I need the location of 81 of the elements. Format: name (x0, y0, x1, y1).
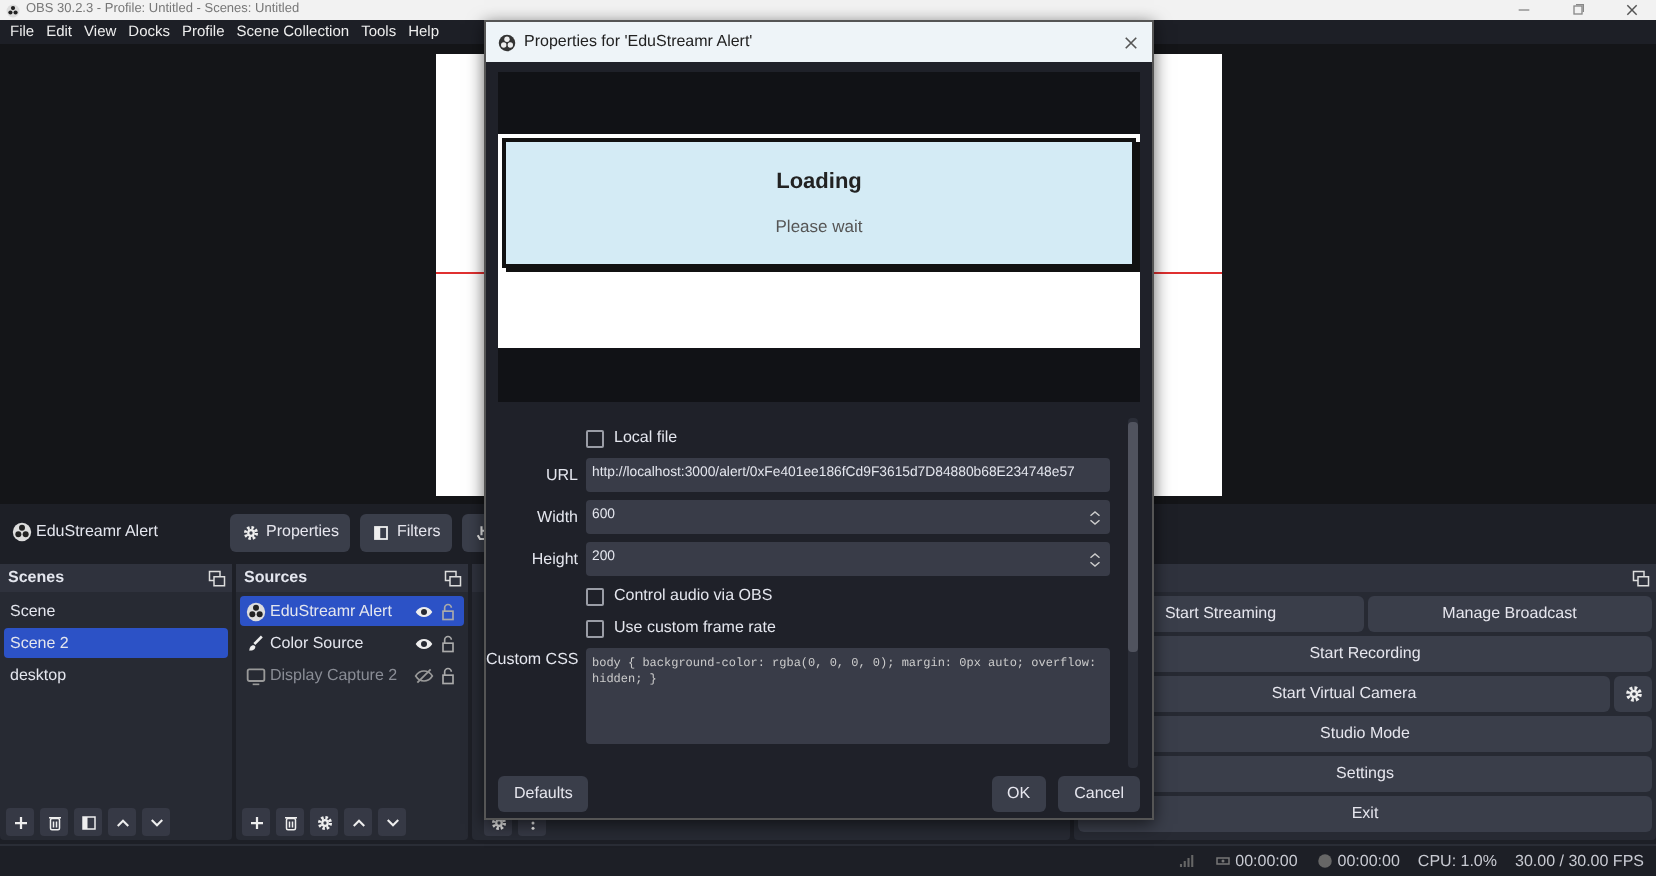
add-icon (247, 813, 265, 831)
dock-title: Sources (244, 566, 308, 590)
trash-button[interactable] (40, 808, 68, 836)
field-label: URL (543, 463, 578, 487)
stream-icon (1213, 852, 1232, 870)
dock-title: Scenes (8, 566, 65, 590)
control-button[interactable]: Exit (1078, 796, 1652, 832)
eye-slash-icon (414, 665, 434, 685)
loading-subtext: Please wait (775, 214, 863, 241)
cpu-usage: CPU: 1.0% (1417, 849, 1497, 873)
undock-icon[interactable] (1632, 569, 1650, 587)
ok-button[interactable]: OK (991, 775, 1047, 811)
add-button[interactable] (6, 808, 34, 836)
browser-source-icon (12, 522, 32, 542)
eye-icon (414, 601, 434, 621)
undock-icon[interactable] (444, 569, 462, 587)
close-icon[interactable] (1122, 33, 1140, 51)
trash-icon (281, 813, 299, 831)
eye-icon (414, 633, 434, 653)
monitor-icon (246, 665, 266, 685)
unlocked-icon (438, 633, 458, 653)
properties-button[interactable]: Properties (230, 513, 351, 551)
unlocked-icon (438, 665, 458, 685)
fps-reading: 30.00 / 30.00 FPS (1515, 849, 1644, 873)
settings-button[interactable] (1614, 676, 1652, 712)
down-chevron-icon (383, 813, 401, 831)
filter-icon (372, 523, 391, 541)
control-button[interactable]: Manage Broadcast (1367, 596, 1652, 632)
signal-icon (1177, 852, 1196, 870)
gear-icon (242, 523, 260, 541)
up-chevron-button[interactable] (108, 808, 136, 836)
undock-icon[interactable] (208, 569, 226, 587)
spinner-arrows-icon (1086, 505, 1104, 529)
down-chevron-icon (147, 813, 165, 831)
source-label: EduStreamr Alert (270, 599, 394, 623)
checkbox[interactable] (586, 587, 604, 605)
maximize-icon[interactable] (1570, 2, 1586, 18)
scene-item[interactable]: Scene (4, 596, 228, 626)
app-logo-icon (498, 33, 516, 51)
add-icon (11, 813, 29, 831)
checkbox[interactable] (586, 619, 604, 637)
source-name: EduStreamr Alert (36, 520, 158, 544)
checkbox-label: Local file (614, 426, 678, 450)
field-label: Custom CSS (486, 648, 578, 672)
defaults-button[interactable]: Defaults (498, 775, 589, 811)
record-dot-icon (1315, 852, 1334, 870)
settings-icon (1623, 684, 1643, 704)
source-item[interactable]: Display Capture 2 (240, 660, 464, 690)
scene-item[interactable]: Scene 2 (4, 628, 228, 658)
gear-icon (315, 813, 333, 831)
down-chevron-button[interactable] (142, 808, 170, 836)
source-label: Color Source (270, 631, 366, 655)
panel-button[interactable] (74, 808, 102, 836)
filter-button[interactable]: Filters (360, 513, 453, 551)
close-icon[interactable] (1624, 2, 1640, 18)
stream-time: 00:00:00 (1235, 849, 1298, 873)
add-button[interactable] (242, 808, 270, 836)
checkbox-label: Control audio via OBS (614, 584, 773, 608)
loading-heading: Loading (776, 167, 862, 198)
paintbrush-icon (246, 633, 266, 653)
checkbox-label: Use custom frame rate (614, 616, 776, 640)
cancel-button[interactable]: Cancel (1058, 775, 1140, 811)
record-time: 00:00:00 (1337, 849, 1400, 873)
checkbox[interactable] (586, 429, 604, 447)
source-item[interactable]: EduStreamr Alert (240, 596, 464, 626)
source-item[interactable]: Color Source (240, 628, 464, 658)
panel-icon (79, 813, 97, 831)
field-label: Width (535, 505, 578, 529)
scene-item[interactable]: desktop (4, 660, 228, 690)
field-label: Height (529, 547, 578, 571)
dialog-title: Properties for 'EduStreamr Alert' (524, 30, 753, 54)
unlocked-icon (438, 601, 458, 621)
trash-icon (45, 813, 63, 831)
down-chevron-button[interactable] (378, 808, 406, 836)
gear-button[interactable] (310, 808, 338, 836)
scrollbar[interactable] (1128, 418, 1138, 768)
source-label: Display Capture 2 (270, 663, 400, 687)
trash-button[interactable] (276, 808, 304, 836)
up-chevron-button[interactable] (344, 808, 372, 836)
spinner-arrows-icon (1086, 547, 1104, 571)
browser-source-icon (246, 601, 266, 621)
